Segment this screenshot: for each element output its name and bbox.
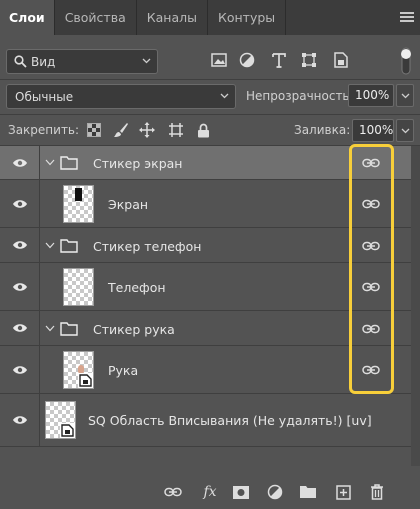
layer-name: Рука <box>108 363 139 378</box>
tab-layers[interactable]: Слои <box>0 0 55 35</box>
layer-name: Стикер телефон <box>93 239 202 254</box>
search-icon <box>14 55 27 68</box>
eye-icon[interactable] <box>0 263 40 310</box>
layer-name: Экран <box>108 197 149 212</box>
lock-artboard-icon[interactable] <box>167 121 185 139</box>
filter-shape-icon[interactable] <box>298 49 320 71</box>
layer-name: Стикер экран <box>93 156 183 171</box>
layer-row[interactable]: SQ Область Вписывания (Не удалять!) [uv] <box>0 394 420 447</box>
opacity-dropdown[interactable] <box>396 84 414 107</box>
filter-smart-object-icon[interactable] <box>330 49 352 71</box>
smart-object-badge-icon <box>60 423 75 438</box>
eye-icon[interactable] <box>0 346 40 393</box>
fill-label: Заливка: <box>294 123 351 137</box>
fx-icon[interactable]: fx <box>199 483 221 501</box>
chevron-down-icon <box>220 93 229 99</box>
smart-object-badge-icon <box>78 373 93 388</box>
fill-input[interactable]: 100% <box>352 119 394 142</box>
layer-name: SQ Область Вписывания (Не удалять!) [uv] <box>88 413 372 428</box>
folder-icon <box>60 156 78 170</box>
fx-label: fx <box>203 484 217 500</box>
eye-icon[interactable] <box>0 180 40 227</box>
chevron-down-icon <box>401 128 409 133</box>
chevron-down-icon[interactable] <box>45 242 55 249</box>
layer-thumbnail <box>63 351 94 389</box>
layer-name: Стикер рука <box>93 322 175 337</box>
chevron-down-icon <box>142 58 151 64</box>
fill-dropdown[interactable] <box>396 119 414 142</box>
scrollbar-track[interactable] <box>411 146 420 466</box>
eye-icon[interactable] <box>0 394 40 446</box>
lock-pixels-brush-icon[interactable] <box>112 121 130 139</box>
eye-icon[interactable] <box>0 146 40 179</box>
folder-icon <box>60 322 78 336</box>
link-icons-highlight <box>349 144 394 394</box>
filter-adjustment-icon[interactable] <box>236 49 258 71</box>
trash-icon[interactable] <box>367 483 387 501</box>
panel-tabs: Слои Свойства Каналы Контуры <box>0 0 420 35</box>
chevron-down-icon <box>401 93 409 98</box>
folder-icon <box>60 239 78 253</box>
new-layer-icon[interactable] <box>333 483 353 501</box>
filter-toggle-switch[interactable] <box>398 46 414 76</box>
lock-transparency-icon[interactable] <box>85 121 103 139</box>
adjustment-icon[interactable] <box>265 483 285 501</box>
lock-label: Закрепить: <box>8 123 80 137</box>
lock-all-icon[interactable] <box>194 121 212 139</box>
filter-label: Вид <box>31 55 56 69</box>
eye-icon[interactable] <box>0 311 40 345</box>
lock-position-move-icon[interactable] <box>138 121 156 139</box>
layer-filter-select[interactable]: Вид <box>6 49 158 74</box>
blend-mode-select[interactable]: Обычные <box>6 84 236 109</box>
eye-icon[interactable] <box>0 228 40 262</box>
tab-properties[interactable]: Свойства <box>55 0 137 35</box>
opacity-input[interactable]: 100% <box>348 84 394 107</box>
chevron-down-icon[interactable] <box>45 159 55 166</box>
filter-pixel-icon[interactable] <box>208 49 230 71</box>
layer-name: Телефон <box>108 280 166 295</box>
tab-channels[interactable]: Каналы <box>137 0 208 35</box>
layer-thumbnail <box>45 401 76 439</box>
group-folder-icon[interactable] <box>298 483 318 501</box>
tab-paths[interactable]: Контуры <box>208 0 287 35</box>
layer-thumbnail <box>63 268 94 306</box>
chevron-down-icon[interactable] <box>45 325 55 332</box>
link-layers-icon[interactable] <box>163 483 183 501</box>
filter-type-icon[interactable] <box>268 49 290 71</box>
opacity-label: Непрозрачность: <box>246 89 354 103</box>
mask-icon[interactable] <box>231 483 251 501</box>
blend-mode-label: Обычные <box>15 90 74 104</box>
layer-thumbnail <box>63 185 94 223</box>
panel-menu-icon[interactable] <box>400 12 414 22</box>
bottom-toolbar: fx <box>0 466 420 509</box>
